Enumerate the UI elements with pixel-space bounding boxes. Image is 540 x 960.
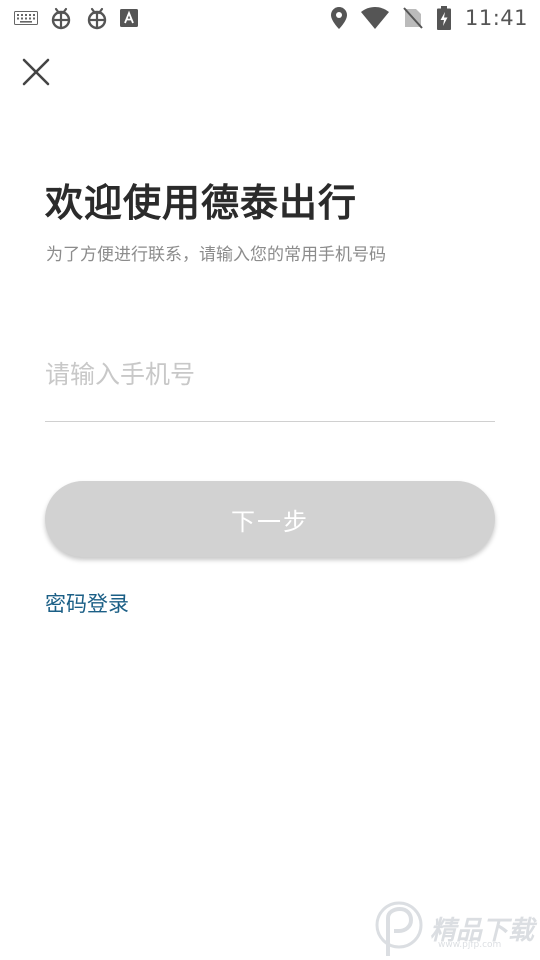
no-sim-icon — [403, 7, 423, 29]
next-button-label: 下一步 — [231, 507, 309, 536]
close-icon — [22, 58, 50, 86]
input-underline — [45, 421, 495, 422]
password-login-link[interactable]: 密码登录 — [45, 588, 129, 618]
status-time: 11:41 — [464, 6, 528, 30]
page-title: 欢迎使用德泰出行 — [45, 181, 358, 225]
status-bar-left — [14, 0, 138, 36]
wifi-icon — [360, 7, 389, 29]
watermark-url: www.pjfp.com — [438, 940, 502, 950]
location-icon — [330, 7, 347, 29]
watermark: 精品下载 www.pjfp.com — [372, 900, 537, 958]
status-bar-right: 11:41 — [330, 0, 528, 36]
page-subtitle: 为了方便进行联系，请输入您的常用手机号码 — [46, 245, 386, 265]
bug-icon — [84, 5, 110, 31]
bug-icon — [48, 5, 74, 31]
next-button[interactable]: 下一步 — [45, 481, 495, 557]
phone-input[interactable] — [45, 350, 495, 398]
close-button[interactable] — [18, 54, 54, 90]
keyboard-icon — [14, 11, 38, 25]
font-a-icon — [120, 9, 138, 27]
battery-charging-icon — [436, 6, 451, 30]
status-bar: 11:41 — [0, 0, 540, 36]
watermark-logo-icon — [375, 901, 423, 956]
